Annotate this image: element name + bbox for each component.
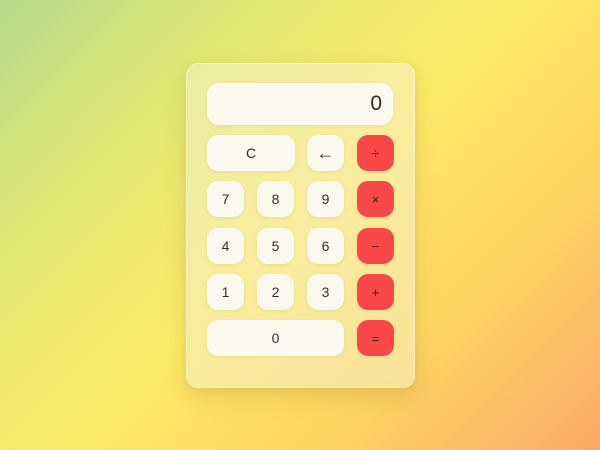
digit-5-button[interactable]: 5 — [257, 228, 294, 264]
digit-8-button[interactable]: 8 — [257, 181, 294, 217]
digit-6-button[interactable]: 6 — [307, 228, 344, 264]
display-value: 0 — [370, 92, 382, 115]
digit-9-button[interactable]: 9 — [307, 181, 344, 217]
digit-2-button[interactable]: 2 — [257, 274, 294, 310]
multiply-button[interactable]: × — [357, 181, 394, 217]
digit-1-button[interactable]: 1 — [207, 274, 244, 310]
digit-4-button[interactable]: 4 — [207, 228, 244, 264]
digit-3-button[interactable]: 3 — [307, 274, 344, 310]
backspace-button[interactable]: ← — [307, 135, 344, 171]
add-button[interactable]: + — [357, 274, 394, 310]
subtract-button[interactable]: − — [357, 228, 394, 264]
equals-button[interactable]: = — [357, 320, 394, 356]
divide-button[interactable]: ÷ — [357, 135, 394, 171]
clear-button[interactable]: C — [207, 135, 295, 171]
digit-0-button[interactable]: 0 — [207, 320, 344, 356]
calculator-display: 0 — [207, 83, 393, 125]
digit-7-button[interactable]: 7 — [207, 181, 244, 217]
